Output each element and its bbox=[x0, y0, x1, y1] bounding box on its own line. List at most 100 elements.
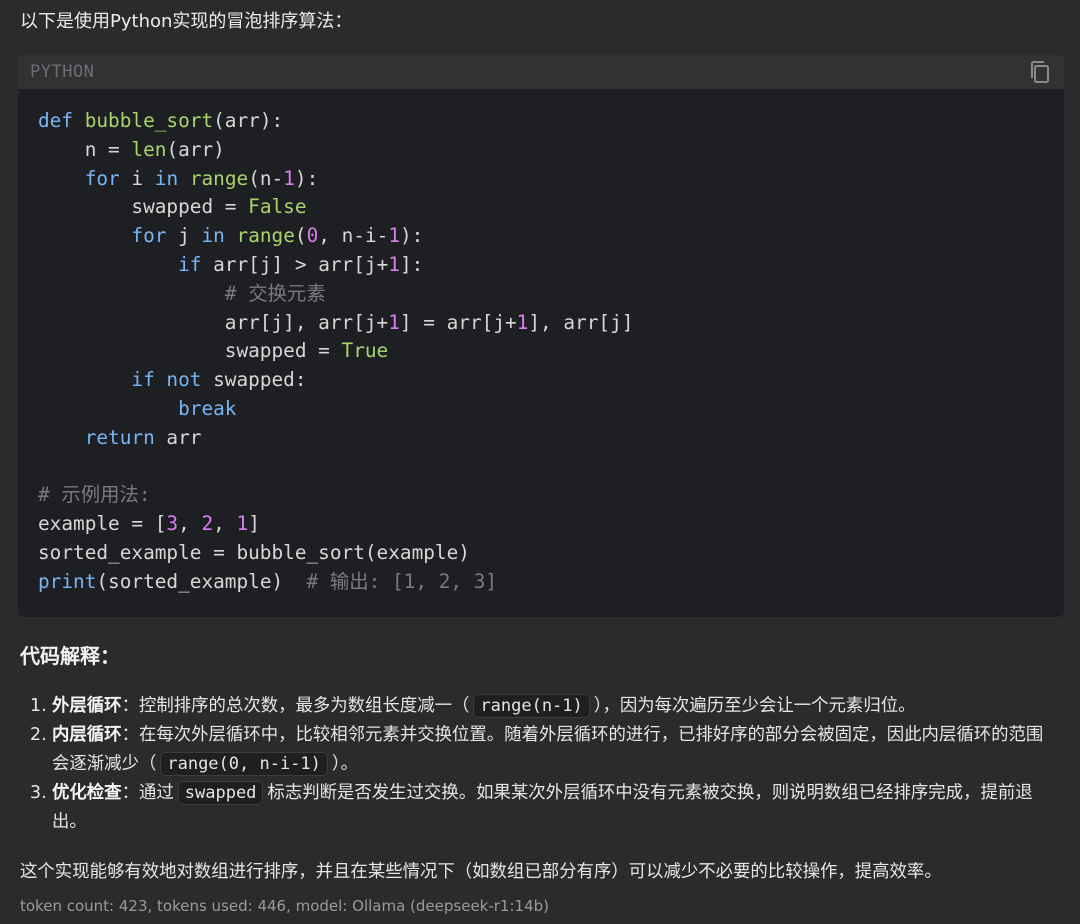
code-token: swapped: bbox=[201, 368, 307, 392]
code-token: (n- bbox=[248, 166, 284, 190]
code-line: arr[j], arr[j+1] = arr[j+1], arr[j] bbox=[38, 309, 1044, 338]
code-token: len bbox=[131, 137, 167, 161]
code-token: , n-i- bbox=[318, 224, 389, 248]
code-token: ]: bbox=[399, 252, 424, 276]
code-token: # 交换元素 bbox=[224, 281, 326, 305]
code-line: swapped = True bbox=[38, 337, 1044, 366]
code-token: arr bbox=[154, 425, 202, 449]
code-token: , bbox=[213, 512, 237, 536]
code-token: bubble_sort bbox=[84, 109, 214, 132]
code-token: 0 bbox=[306, 224, 319, 248]
code-token: range bbox=[189, 166, 249, 190]
code-token: def bbox=[38, 109, 85, 132]
code-line: break bbox=[38, 395, 1044, 424]
code-line: example = [3, 2, 1] bbox=[38, 510, 1044, 539]
code-token: 1 bbox=[516, 310, 529, 334]
explanation-title: 外层循环 bbox=[52, 696, 122, 716]
explanation-text: ：通过 bbox=[121, 783, 174, 803]
code-token: 1 bbox=[388, 252, 400, 276]
code-token: in bbox=[201, 224, 225, 248]
code-token: sorted_example = bubble_sort(example) bbox=[38, 540, 470, 564]
code-token: if bbox=[178, 252, 202, 276]
code-token: example = [ bbox=[38, 512, 167, 536]
code-token: ] bbox=[248, 512, 260, 536]
code-line: for j in range(0, n-i-1): bbox=[38, 222, 1044, 251]
code-token: # 示例用法: bbox=[38, 483, 151, 507]
list-number: 1. bbox=[30, 696, 47, 716]
code-token: range bbox=[236, 224, 295, 248]
copy-icon[interactable] bbox=[1028, 60, 1052, 84]
code-header: PYTHON bbox=[18, 55, 1064, 89]
code-token: 1 bbox=[236, 512, 249, 536]
code-token: 1 bbox=[283, 166, 295, 190]
code-block: PYTHON def bubble_sort(arr): n = len(arr… bbox=[18, 55, 1064, 617]
code-content: def bubble_sort(arr): n = len(arr) for i… bbox=[18, 89, 1064, 597]
code-token: ): bbox=[294, 166, 319, 190]
inline-code: range(0, n-i-1) bbox=[160, 752, 328, 776]
token-meta: token count: 423, tokens used: 446, mode… bbox=[20, 897, 549, 915]
code-token: for bbox=[131, 224, 167, 248]
explanation-text: ），因为每次遍历至少会让一个元素归位。 bbox=[593, 696, 916, 716]
code-token: i bbox=[119, 166, 155, 190]
summary-text: 这个实现能够有效地对数组进行排序，并且在某些情况下（如数组已部分有序）可以减少不… bbox=[20, 862, 942, 882]
code-line: if arr[j] > arr[j+1]: bbox=[38, 251, 1044, 280]
code-token: # 输出: [1, 2, 3] bbox=[306, 569, 498, 593]
code-token: j bbox=[166, 224, 202, 248]
code-line: # 交换元素 bbox=[38, 280, 1044, 309]
code-token: (sorted_example) bbox=[96, 569, 307, 593]
explanation-title: 内层循环 bbox=[52, 725, 122, 745]
code-token: if not bbox=[131, 368, 202, 392]
explanation-list: 1. 外层循环：控制排序的总次数，最多为数组长度减一（ range(n-1) ），因为… bbox=[20, 692, 1060, 837]
code-line: if not swapped: bbox=[38, 366, 1044, 395]
list-number: 2. bbox=[30, 725, 47, 745]
code-line: swapped = False bbox=[38, 193, 1044, 222]
code-token: 1 bbox=[388, 310, 400, 334]
code-token: False bbox=[248, 195, 307, 219]
code-token: (arr): bbox=[213, 109, 284, 132]
section-title: 代码解释： bbox=[20, 644, 120, 668]
code-token: swapped = bbox=[38, 195, 249, 219]
code-token: (arr) bbox=[166, 137, 225, 161]
code-token: print bbox=[38, 569, 97, 593]
code-line: for i in range(n-1): bbox=[38, 165, 1044, 194]
code-line: def bubble_sort(arr): bbox=[38, 107, 1044, 136]
code-token: 2 bbox=[201, 512, 214, 536]
code-token: arr[j], arr[j+ bbox=[38, 310, 389, 334]
explanation-item: 1. 外层循环：控制排序的总次数，最多为数组长度减一（ range(n-1) ），因为… bbox=[20, 692, 1060, 721]
code-token: True bbox=[341, 339, 389, 363]
code-token: return bbox=[84, 425, 155, 449]
code-line: # 示例用法: bbox=[38, 481, 1044, 510]
list-number: 3. bbox=[30, 783, 47, 803]
code-token: ] = arr[j+ bbox=[399, 310, 517, 334]
inline-code: range(n-1) bbox=[473, 694, 590, 718]
explanation-text: ）。 bbox=[331, 754, 358, 774]
code-token: ): bbox=[400, 224, 424, 248]
inline-code: swapped bbox=[177, 781, 264, 805]
code-token: for bbox=[84, 166, 120, 190]
code-line: n = len(arr) bbox=[38, 136, 1044, 165]
code-token: arr[j] > arr[j+ bbox=[201, 252, 389, 276]
code-token: swapped = bbox=[38, 339, 342, 363]
intro-text: 以下是使用Python实现的冒泡排序算法： bbox=[20, 11, 353, 32]
code-line: print(sorted_example) # 输出: [1, 2, 3] bbox=[38, 568, 1044, 597]
code-token: 1 bbox=[388, 224, 400, 248]
explanation-text: ：控制排序的总次数，最多为数组长度减一（ bbox=[121, 696, 470, 716]
code-token: break bbox=[178, 396, 237, 420]
code-token: ], arr[j] bbox=[528, 310, 634, 334]
code-language-label: PYTHON bbox=[30, 62, 95, 82]
explanation-item: 2. 内层循环：在每次外层循环中，比较相邻元素并交换位置。随着外层循环的进行，已排… bbox=[20, 721, 1060, 779]
code-token: n = bbox=[38, 137, 132, 161]
explanation-title: 优化检查 bbox=[52, 783, 122, 803]
explanation-item: 3. 优化检查：通过 swapped 标志判断是否发生过交换。如果某次外层循环中没有元… bbox=[20, 779, 1060, 837]
code-line: sorted_example = bubble_sort(example) bbox=[38, 539, 1044, 568]
code-token: in bbox=[154, 166, 179, 190]
